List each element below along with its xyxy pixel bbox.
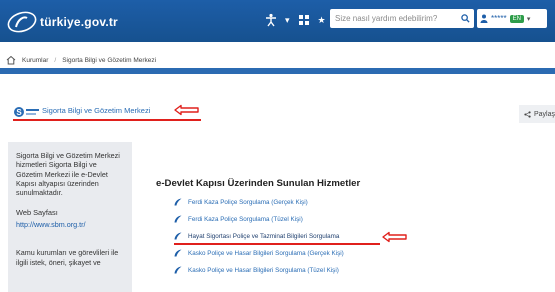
- service-icon: [174, 249, 182, 257]
- search-bar[interactable]: Size nasıl yardım edebilirim?: [330, 9, 474, 28]
- sidebar-note: Kamu kurumları ve görevlileri ile ilgili…: [16, 248, 119, 267]
- website-title: Web Sayfası: [16, 208, 58, 218]
- user-name-masked: *****: [491, 14, 507, 23]
- service-link[interactable]: Hayat Sigortası Poliçe ve Tazminat Bilgi…: [188, 233, 339, 240]
- breadcrumb-item-kurumlar[interactable]: Kurumlar: [22, 57, 48, 64]
- section-divider-bar: [0, 68, 555, 74]
- service-link[interactable]: Ferdi Kaza Poliçe Sorgulama (Tüzel Kişi): [188, 216, 303, 223]
- breadcrumb-separator: /: [54, 56, 57, 64]
- service-link[interactable]: Kasko Poliçe ve Hasar Bilgileri Sorgulam…: [188, 250, 344, 257]
- website-link[interactable]: http://www.sbm.org.tr/: [16, 220, 124, 229]
- service-icon: [174, 266, 182, 274]
- service-link[interactable]: Ferdi Kaza Poliçe Sorgulama (Gerçek Kişi…: [188, 199, 308, 206]
- search-input[interactable]: Size nasıl yardım edebilirim?: [330, 14, 456, 23]
- logo-text: türkiye.gov.tr: [40, 15, 118, 29]
- service-item-highlighted[interactable]: Hayat Sigortası Poliçe ve Tazminat Bilgi…: [174, 232, 339, 240]
- service-item[interactable]: Kasko Poliçe ve Hasar Bilgileri Sorgulam…: [174, 266, 339, 274]
- search-button[interactable]: [456, 9, 474, 28]
- service-link[interactable]: Kasko Poliçe ve Hasar Bilgileri Sorgulam…: [188, 267, 339, 274]
- share-button[interactable]: Paylaş: [519, 105, 555, 123]
- service-icon: [174, 232, 182, 240]
- user-menu[interactable]: ***** EN ▾: [477, 9, 547, 28]
- service-icon: [174, 198, 182, 206]
- breadcrumb-item-current: Sigorta Bilgi ve Gözetim Merkezi: [62, 56, 157, 64]
- grid-icon[interactable]: [298, 14, 310, 26]
- logo-emblem-icon: [7, 11, 37, 33]
- top-header: türkiye.gov.tr ▾ ★ Size nasıl yardım ede…: [0, 0, 555, 42]
- annotation-underline: [13, 119, 201, 121]
- chevron-down-icon[interactable]: ▾: [527, 15, 531, 23]
- header-icon-group: ▾ ★: [265, 12, 326, 28]
- breadcrumb: Kurumlar / Sigorta Bilgi ve Gözetim Merk…: [0, 53, 555, 67]
- service-icon: [174, 215, 182, 223]
- institution-sidebar: Sigorta Bilgi ve Gözetim Merkezi hizmetl…: [8, 142, 132, 292]
- institution-title-row: S Sigorta Bilgi ve Gözetim Merkezi Payla…: [0, 100, 555, 128]
- service-item[interactable]: Kasko Poliçe ve Hasar Bilgileri Sorgulam…: [174, 249, 344, 257]
- share-label: Paylaş: [533, 110, 555, 118]
- services-heading: e-Devlet Kapısı Üzerinden Sunulan Hizmet…: [156, 178, 361, 189]
- search-icon: [460, 14, 470, 23]
- sbm-logo-icon: S: [14, 107, 39, 117]
- institution-description: Sigorta Bilgi ve Gözetim Merkezi hizmetl…: [16, 151, 120, 198]
- svg-text:S: S: [16, 108, 22, 117]
- annotation-arrow-icon: [382, 231, 407, 243]
- chevron-down-icon[interactable]: ▾: [285, 12, 290, 28]
- user-status-badge: EN: [509, 14, 524, 23]
- user-icon: [480, 14, 488, 23]
- service-item[interactable]: Ferdi Kaza Poliçe Sorgulama (Tüzel Kişi): [174, 215, 303, 223]
- accessibility-icon[interactable]: [265, 13, 277, 27]
- share-icon: [524, 110, 531, 118]
- service-item[interactable]: Ferdi Kaza Poliçe Sorgulama (Gerçek Kişi…: [174, 198, 308, 206]
- star-icon[interactable]: ★: [318, 12, 326, 28]
- home-icon[interactable]: [6, 55, 16, 65]
- site-logo[interactable]: türkiye.gov.tr: [6, 10, 118, 34]
- annotation-underline: [174, 243, 380, 245]
- institution-name[interactable]: Sigorta Bilgi ve Gözetim Merkezi: [42, 106, 150, 115]
- annotation-arrow-icon: [174, 104, 199, 116]
